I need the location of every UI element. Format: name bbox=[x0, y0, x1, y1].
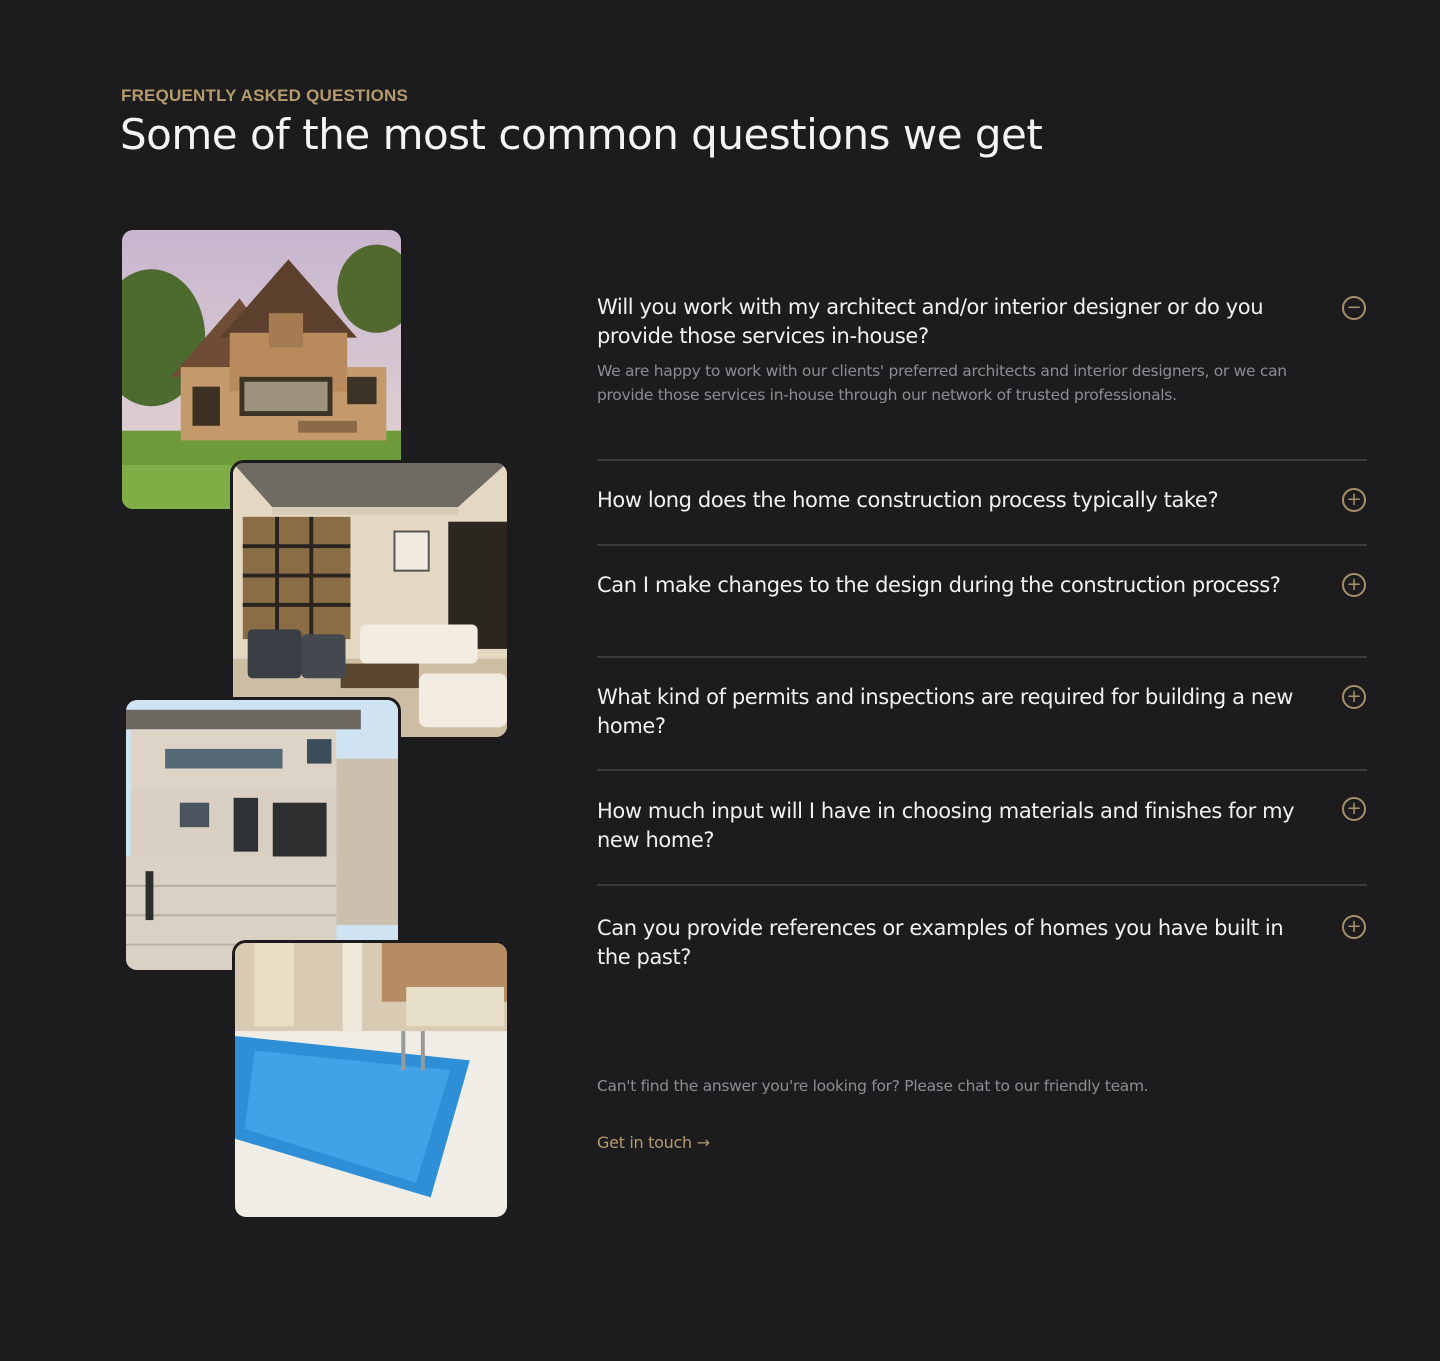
faq-divider bbox=[597, 769, 1367, 771]
faq-question[interactable]: Can you provide references or examples o… bbox=[597, 914, 1307, 972]
faq-question[interactable]: Can I make changes to the design during … bbox=[597, 571, 1307, 600]
plus-circle-icon[interactable]: + bbox=[1342, 915, 1366, 939]
indoor-pool-photo bbox=[232, 940, 510, 1220]
faq-answer: We are happy to work with our clients' p… bbox=[597, 362, 1287, 404]
modern-house-photo bbox=[123, 697, 401, 973]
get-in-touch-link[interactable]: Get in touch → bbox=[597, 1133, 710, 1152]
faq-item[interactable]: How long does the home construction proc… bbox=[597, 486, 1367, 515]
plus-circle-icon[interactable]: + bbox=[1342, 797, 1366, 821]
faq-question[interactable]: What kind of permits and inspections are… bbox=[597, 683, 1307, 741]
faq-divider bbox=[597, 459, 1367, 461]
plus-circle-icon[interactable]: + bbox=[1342, 573, 1366, 597]
page-title: Some of the most common questions we get bbox=[120, 110, 1043, 159]
faq-question[interactable]: Will you work with my architect and/or i… bbox=[597, 293, 1307, 351]
faq-item[interactable]: How much input will I have in choosing m… bbox=[597, 797, 1367, 855]
faq-item[interactable]: What kind of permits and inspections are… bbox=[597, 683, 1367, 741]
faq-item[interactable]: Will you work with my architect and/or i… bbox=[597, 293, 1367, 407]
help-text: Can't find the answer you're looking for… bbox=[597, 1077, 1149, 1095]
faq-question[interactable]: How long does the home construction proc… bbox=[597, 486, 1307, 515]
faq-question[interactable]: How much input will I have in choosing m… bbox=[597, 797, 1307, 855]
faq-eyebrow: FREQUENTLY ASKED QUESTIONS bbox=[121, 86, 409, 105]
faq-item[interactable]: Can you provide references or examples o… bbox=[597, 914, 1367, 972]
faq-divider bbox=[597, 884, 1367, 886]
faq-item[interactable]: Can I make changes to the design during … bbox=[597, 571, 1367, 600]
plus-circle-icon[interactable]: + bbox=[1342, 685, 1366, 709]
faq-divider bbox=[597, 544, 1367, 546]
plus-circle-icon[interactable]: + bbox=[1342, 488, 1366, 512]
minus-circle-icon[interactable]: − bbox=[1342, 296, 1366, 320]
faq-divider bbox=[597, 656, 1367, 658]
